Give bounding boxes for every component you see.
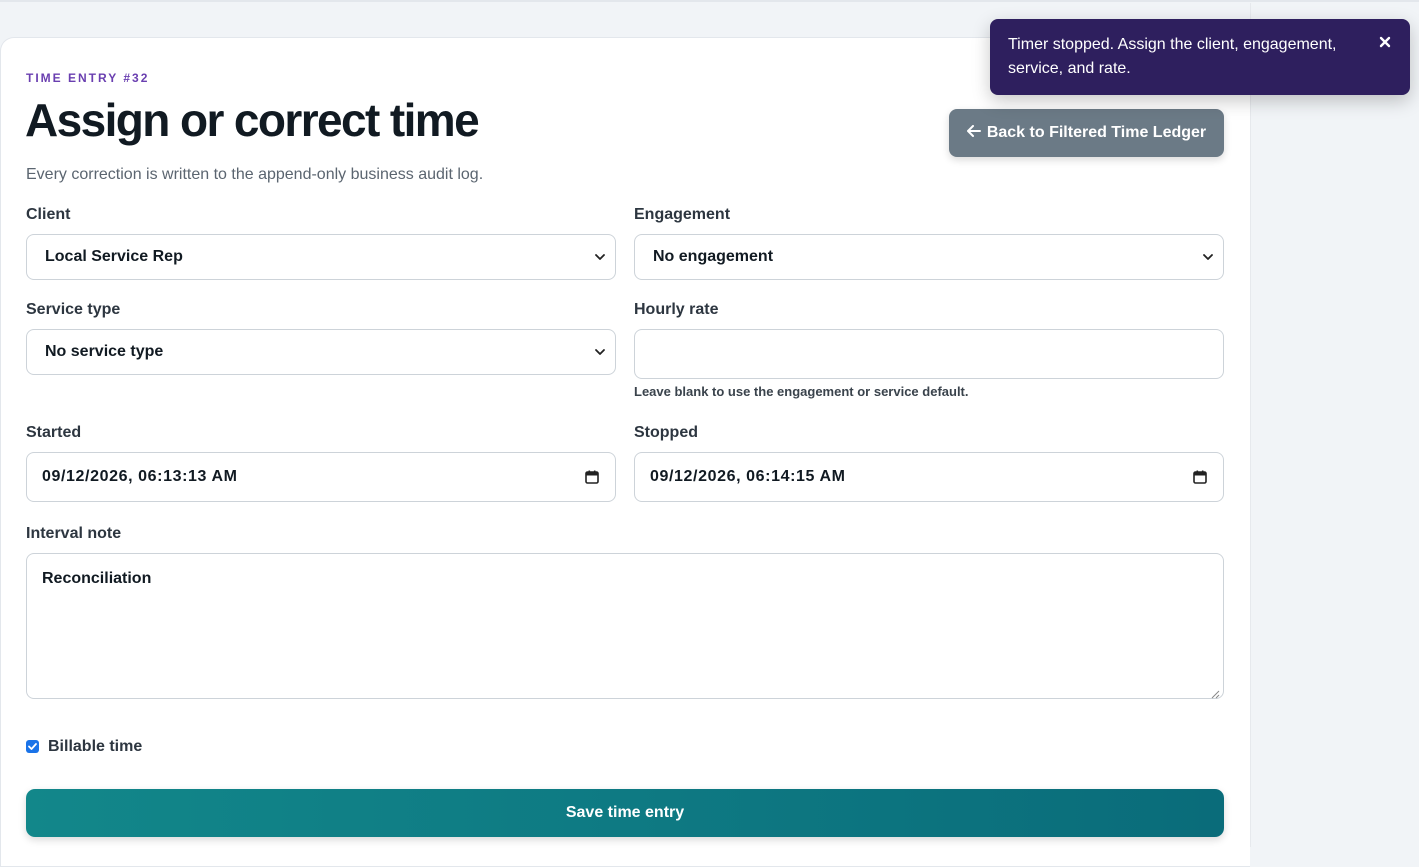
- hourly-rate-hint: Leave blank to use the engagement or ser…: [634, 384, 969, 399]
- billable-label[interactable]: Billable time: [48, 738, 142, 756]
- page-subtitle: Every correction is written to the appen…: [26, 166, 484, 183]
- top-border: [0, 0, 1419, 2]
- save-time-entry-button[interactable]: Save time entry: [26, 789, 1224, 837]
- interval-note-textarea[interactable]: Reconciliation: [26, 553, 1224, 699]
- client-label: Client: [26, 206, 71, 223]
- started-value: 09/12/2026, 06:13:13 AM: [42, 468, 238, 485]
- stopped-label: Stopped: [634, 424, 698, 441]
- entry-eyebrow: TIME ENTRY #32: [26, 71, 150, 85]
- stopped-datetime-input[interactable]: 09/12/2026, 06:14:15 AM: [634, 452, 1224, 502]
- started-label: Started: [26, 424, 82, 441]
- interval-note-value: Reconciliation: [42, 570, 152, 587]
- resize-grip-icon[interactable]: [1211, 686, 1220, 699]
- close-icon[interactable]: [1378, 33, 1392, 48]
- page-background-strip: [1250, 3, 1419, 847]
- hourly-rate-label: Hourly rate: [634, 301, 719, 318]
- arrow-left-icon: [966, 124, 981, 142]
- engagement-select-value: No engagement: [653, 248, 774, 265]
- hourly-rate-input[interactable]: [634, 329, 1224, 379]
- service-type-select-value: No service type: [45, 343, 164, 360]
- back-to-ledger-button[interactable]: Back to Filtered Time Ledger: [949, 109, 1224, 157]
- service-type-select[interactable]: No service type: [26, 329, 616, 375]
- calendar-icon[interactable]: [585, 470, 599, 484]
- billable-checkbox[interactable]: [26, 740, 39, 753]
- chevron-down-icon: [593, 344, 607, 360]
- chevron-down-icon: [593, 249, 607, 265]
- client-select[interactable]: Local Service Rep: [26, 234, 616, 280]
- chevron-down-icon: [1201, 249, 1215, 265]
- service-type-label: Service type: [26, 301, 121, 318]
- engagement-label: Engagement: [634, 206, 731, 223]
- toast-message: Timer stopped. Assign the client, engage…: [1008, 36, 1337, 77]
- check-icon: [28, 743, 37, 750]
- save-button-label: Save time entry: [565, 804, 685, 821]
- toast-notification: Timer stopped. Assign the client, engage…: [990, 19, 1410, 95]
- stopped-value: 09/12/2026, 06:14:15 AM: [650, 468, 846, 485]
- calendar-icon[interactable]: [1193, 470, 1207, 484]
- interval-note-label: Interval note: [26, 525, 122, 542]
- page-title: Assign or correct time: [25, 94, 480, 146]
- started-datetime-input[interactable]: 09/12/2026, 06:13:13 AM: [26, 452, 616, 502]
- engagement-select[interactable]: No engagement: [634, 234, 1224, 280]
- back-button-label: Back to Filtered Time Ledger: [986, 124, 1207, 141]
- client-select-value: Local Service Rep: [45, 248, 183, 265]
